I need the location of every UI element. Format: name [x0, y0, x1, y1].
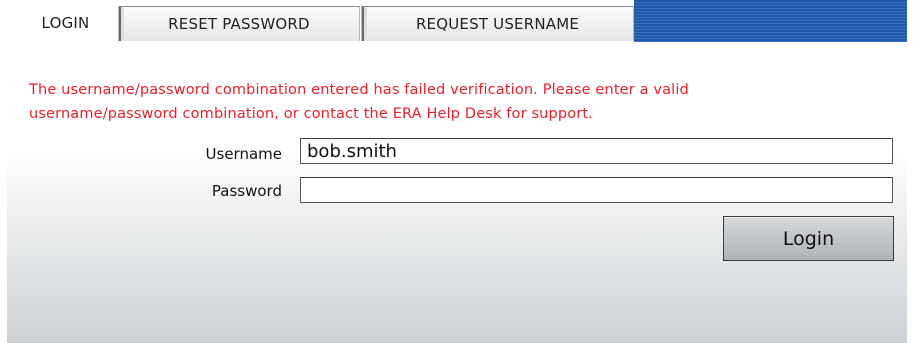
username-input[interactable]: [300, 138, 893, 164]
login-button[interactable]: Login: [723, 216, 894, 261]
login-panel: LOGIN RESET PASSWORD REQUEST USERNAME Th…: [7, 0, 907, 343]
tab-bar-fill: [634, 0, 907, 42]
password-label: Password: [211, 182, 282, 200]
tab-request-username[interactable]: REQUEST USERNAME: [361, 6, 634, 41]
tab-bar: LOGIN RESET PASSWORD REQUEST USERNAME: [7, 0, 907, 42]
tab-login[interactable]: LOGIN: [13, 4, 118, 42]
username-label: Username: [205, 145, 282, 163]
error-message-line-2: username/password combination, or contac…: [29, 106, 593, 122]
error-message-line-1: The username/password combination entere…: [29, 82, 689, 98]
password-input[interactable]: [300, 177, 893, 203]
error-message: The username/password combination entere…: [29, 78, 907, 126]
tab-reset-password[interactable]: RESET PASSWORD: [118, 6, 360, 41]
